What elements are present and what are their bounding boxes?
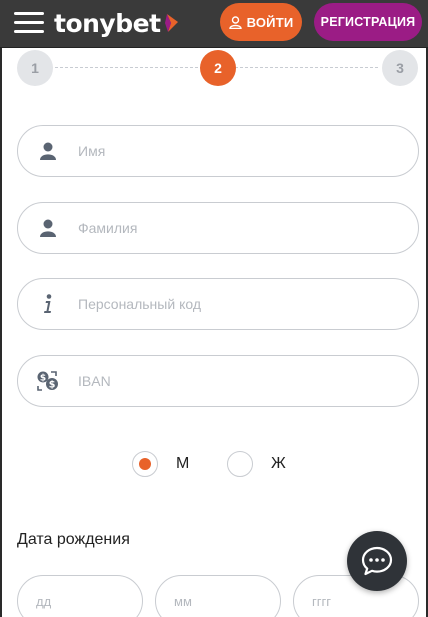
login-label: ВОЙТИ bbox=[246, 14, 294, 30]
last-name-input[interactable] bbox=[78, 203, 418, 253]
first-name-input[interactable] bbox=[78, 126, 418, 176]
svg-text:$: $ bbox=[49, 380, 56, 391]
gender-option-female[interactable]: Ж bbox=[227, 449, 286, 479]
personal-code-input[interactable] bbox=[78, 279, 418, 329]
login-button[interactable]: ВОЙТИ bbox=[220, 3, 302, 41]
top-bar: tonybet ВОЙТИ РЕГИСТРАЦИЯ bbox=[0, 0, 428, 48]
gender-option-male[interactable]: М bbox=[132, 449, 189, 479]
first-name-field[interactable] bbox=[17, 125, 419, 177]
chat-button[interactable] bbox=[347, 531, 407, 591]
money-exchange-icon: $ $ bbox=[18, 371, 78, 391]
user-icon bbox=[18, 142, 78, 160]
register-button[interactable]: РЕГИСТРАЦИЯ bbox=[314, 3, 422, 41]
svg-text:$: $ bbox=[40, 373, 46, 383]
chat-bubble-icon bbox=[361, 546, 393, 576]
dob-year-input[interactable] bbox=[312, 593, 402, 609]
gender-selector: М Ж bbox=[0, 449, 428, 479]
dob-label: Дата рождения bbox=[17, 531, 130, 548]
radio-female[interactable] bbox=[227, 451, 253, 477]
dob-month-field[interactable] bbox=[155, 575, 281, 617]
radio-male[interactable] bbox=[132, 451, 158, 477]
personal-code-field[interactable] bbox=[17, 278, 419, 330]
left-edge bbox=[0, 48, 2, 617]
logo-mark-icon bbox=[164, 14, 178, 32]
iban-input[interactable] bbox=[78, 356, 418, 406]
dob-month-input[interactable] bbox=[174, 593, 264, 609]
user-icon bbox=[18, 219, 78, 237]
dob-day-field[interactable] bbox=[17, 575, 143, 617]
registration-steps: 1 2 3 bbox=[0, 48, 428, 88]
brand-name: tonybet bbox=[54, 8, 161, 38]
info-icon bbox=[18, 294, 78, 314]
brand-logo[interactable]: tonybet bbox=[54, 8, 180, 38]
iban-field[interactable]: $ $ bbox=[17, 355, 419, 407]
menu-icon[interactable] bbox=[14, 10, 44, 36]
dob-day-input[interactable] bbox=[36, 593, 126, 609]
radio-selected-dot bbox=[139, 458, 151, 470]
step-2-active[interactable]: 2 bbox=[200, 50, 236, 86]
user-outline-icon bbox=[228, 15, 242, 29]
last-name-field[interactable] bbox=[17, 202, 419, 254]
step-3[interactable]: 3 bbox=[382, 50, 418, 86]
register-label: РЕГИСТРАЦИЯ bbox=[320, 15, 416, 29]
gender-female-label: Ж bbox=[271, 455, 286, 472]
gender-male-label: М bbox=[176, 455, 190, 472]
step-1[interactable]: 1 bbox=[17, 50, 53, 86]
